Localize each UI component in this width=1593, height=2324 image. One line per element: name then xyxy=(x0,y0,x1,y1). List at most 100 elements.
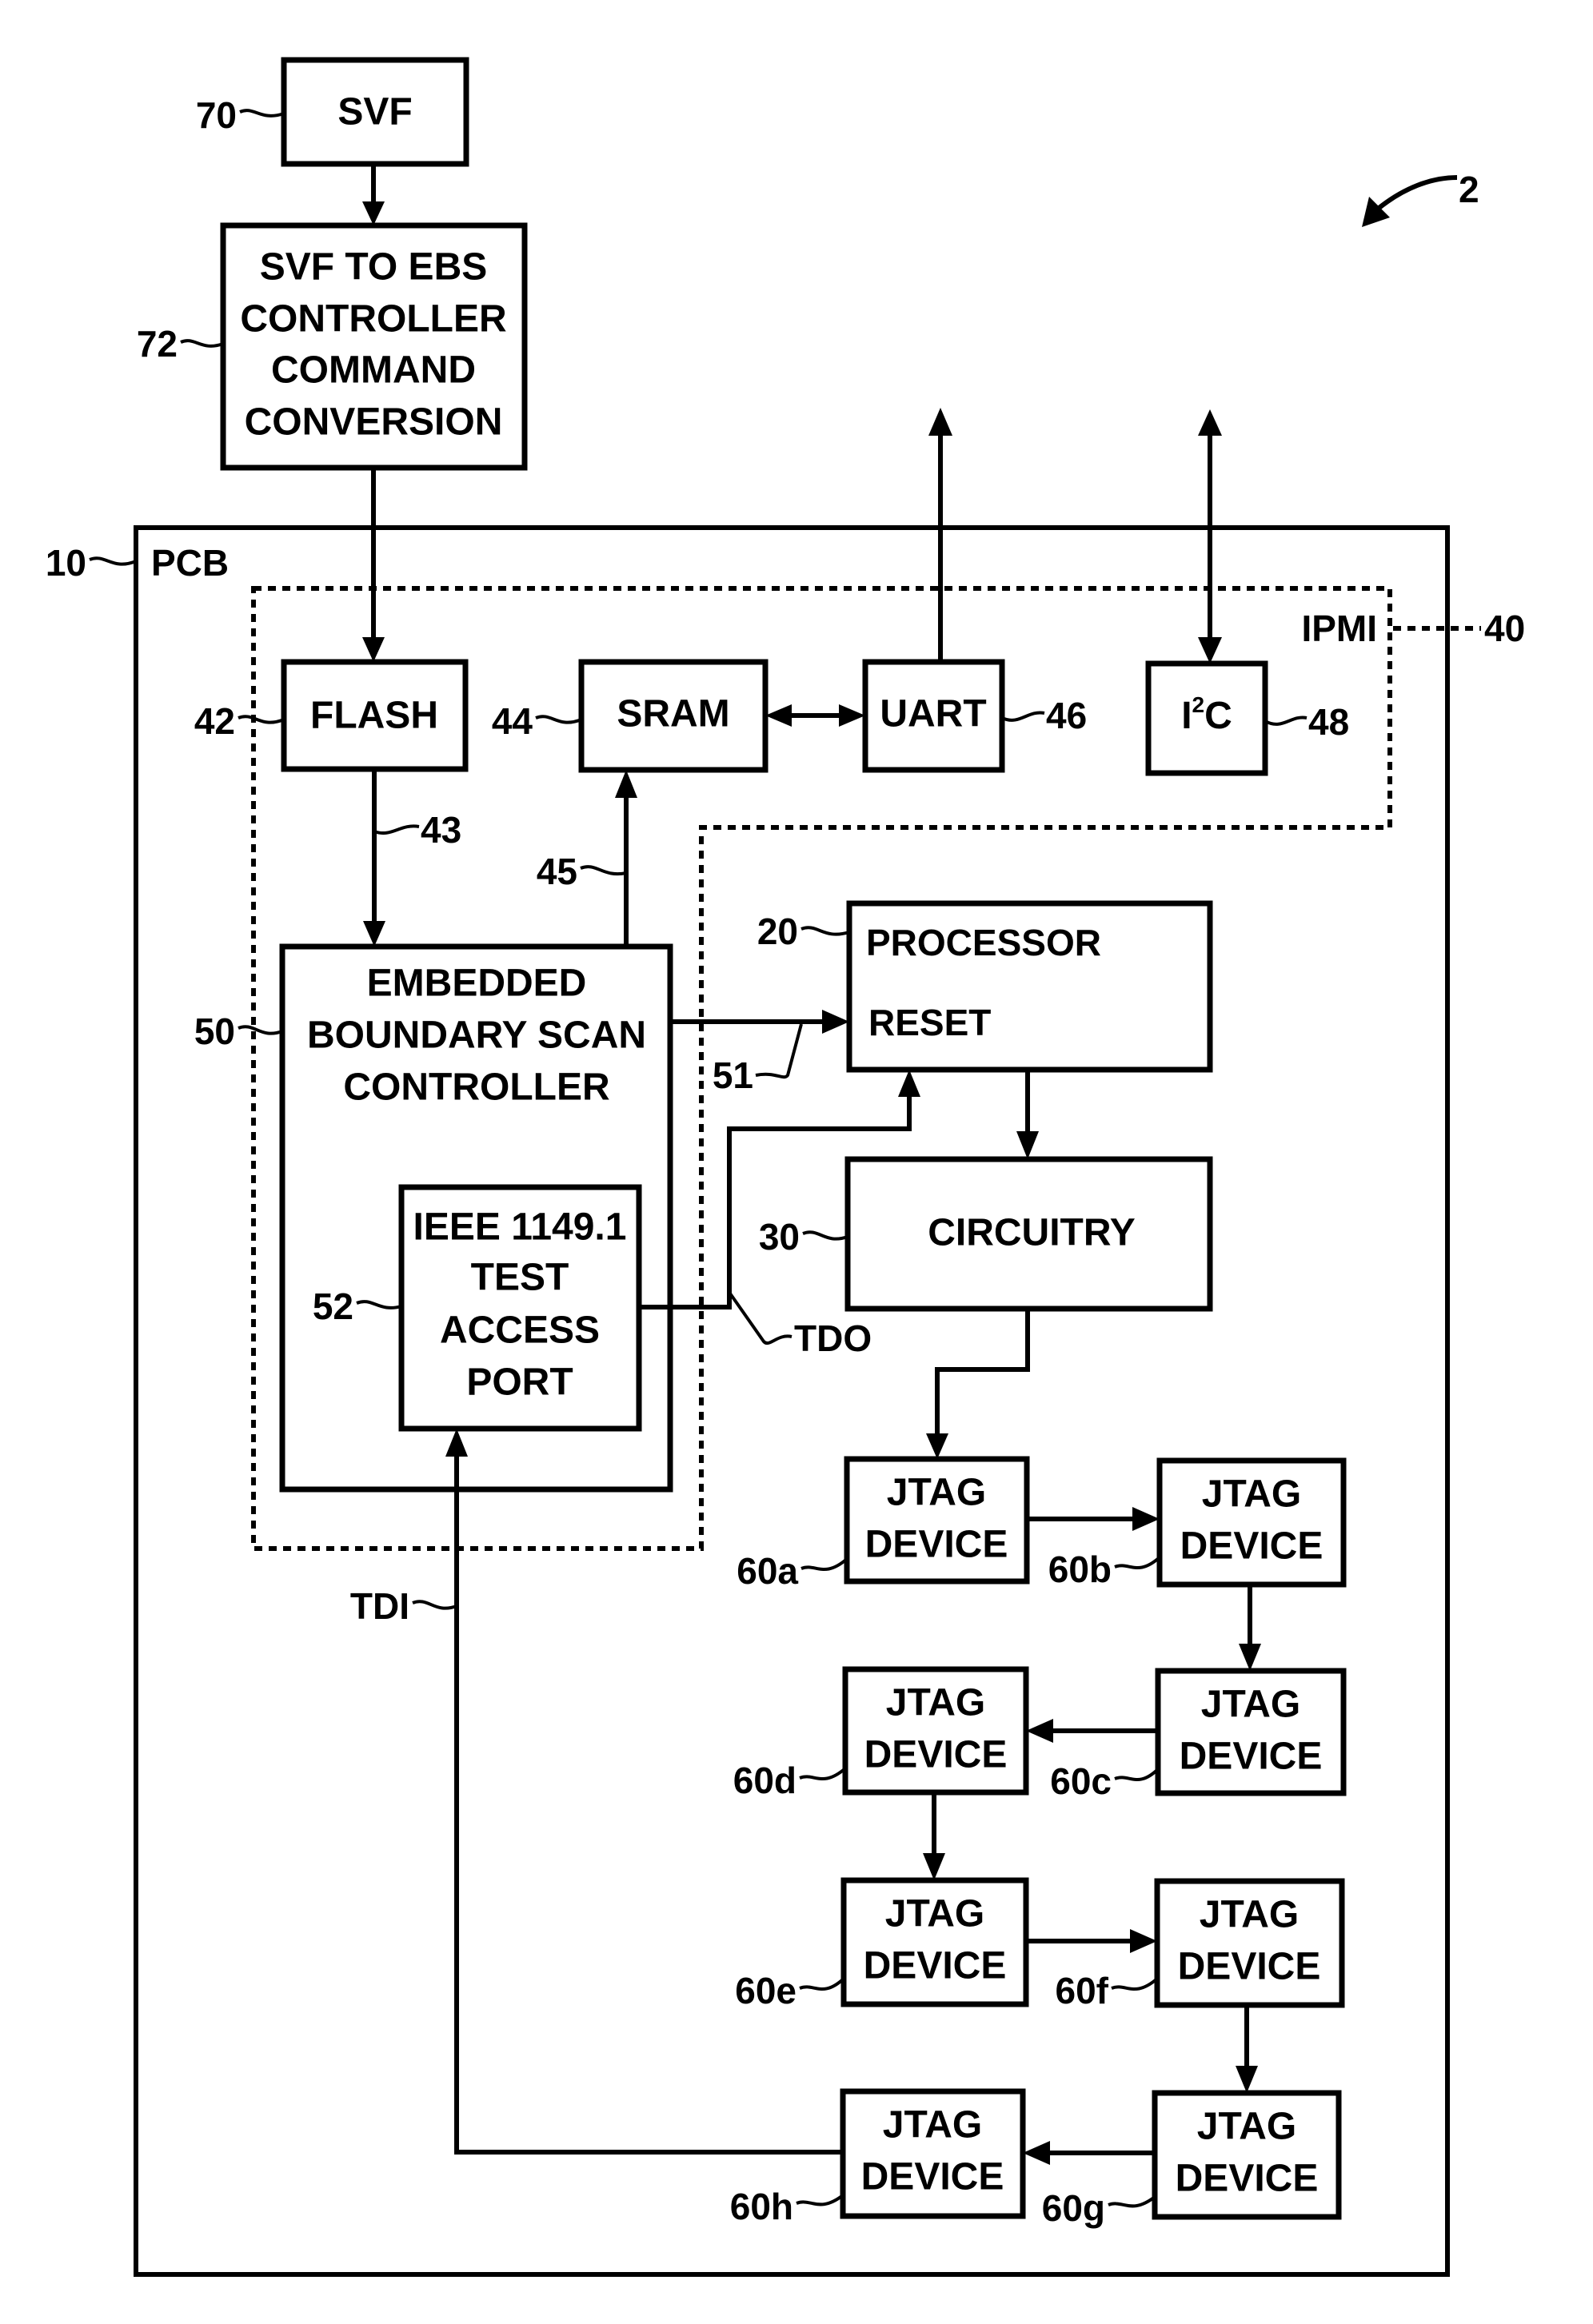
tdi-leader xyxy=(412,1600,457,1610)
reset-line-ref-leader xyxy=(755,1023,803,1079)
jtag-device-60b: JTAG DEVICE 60b xyxy=(1048,1457,1347,1590)
i2c-label: I2C xyxy=(1181,692,1232,737)
jtag-device-ref-leader xyxy=(1114,1556,1161,1569)
figure-ref-label: 2 xyxy=(1459,169,1479,210)
uart-ref-leader xyxy=(1001,711,1045,722)
arrowhead-up-icon xyxy=(928,408,952,436)
svf-ref: 70 xyxy=(196,94,237,136)
pcb-ref: 10 xyxy=(46,542,86,584)
circuitry-ref: 30 xyxy=(759,1216,800,1258)
processor-label: PROCESSOR xyxy=(866,922,1101,963)
jtag-device-ref-leader xyxy=(799,1767,847,1780)
jtag-device-60d: JTAG DEVICE 60d xyxy=(733,1666,1029,1801)
conversion-line-1: SVF TO EBS xyxy=(260,246,488,289)
i2c-block: I2C 48 xyxy=(1145,660,1349,776)
jtag-device-ref: 60d xyxy=(733,1760,796,1801)
circuitry-ref-leader xyxy=(802,1230,848,1241)
arrowhead-down-icon xyxy=(1239,1644,1261,1671)
ebs-line-1: EMBEDDED xyxy=(367,963,587,1005)
figure-reference: 2 xyxy=(1362,169,1479,227)
ebs-ref: 50 xyxy=(194,1011,235,1052)
jtag-device-ref: 60h xyxy=(730,2186,793,2227)
i2c-ref: 48 xyxy=(1308,701,1349,743)
conversion-block: SVF TO EBS CONTROLLER COMMAND CONVERSION… xyxy=(137,222,528,471)
circuitry-to-jtag-line xyxy=(935,1309,1030,1435)
jtag-device-line-1: JTAG xyxy=(1197,2106,1296,2148)
arrowhead-left-icon xyxy=(1026,1719,1053,1743)
i2c-label-main: I xyxy=(1181,695,1192,737)
arrowhead-up-icon xyxy=(1198,409,1222,436)
arrowhead-right-icon xyxy=(1130,1929,1157,1953)
i2c-label-tail: C xyxy=(1204,695,1232,737)
conversion-line-3: COMMAND xyxy=(271,349,476,392)
svf-label: SVF xyxy=(337,91,412,134)
jtag-device-line-1: JTAG xyxy=(885,1893,984,1935)
uart-ref: 46 xyxy=(1046,695,1087,736)
tap-line-1: IEEE 1149.1 xyxy=(413,1206,627,1249)
arrowhead-down-icon xyxy=(1016,1131,1039,1159)
arrowhead-right-icon xyxy=(1132,1507,1160,1531)
jtag-device-line-1: JTAG xyxy=(1202,1473,1301,1516)
jtag-device-line-2: DEVICE xyxy=(1176,2158,1319,2200)
jtag-device-ref-leader xyxy=(1111,1977,1159,1991)
arrowhead-down-icon xyxy=(926,1433,948,1459)
tdo-leader xyxy=(729,1292,793,1345)
ipmi-label: IPMI xyxy=(1301,608,1377,649)
jtag-device-ref: 60e xyxy=(735,1970,796,2011)
jtag-device-line-1: JTAG xyxy=(886,1682,985,1724)
processor-ref: 20 xyxy=(757,911,798,952)
pcb-label: PCB xyxy=(151,542,229,584)
svf-ref-leader xyxy=(239,109,285,118)
flash-label: FLASH xyxy=(310,695,438,737)
boundary-scan-block-diagram: 2 SVF 70 SVF TO EBS CONTROLLER COMMAND C… xyxy=(46,57,1525,2277)
processor-reset-label: RESET xyxy=(868,1002,991,1043)
ebs-to-sram-ref-leader xyxy=(580,865,627,876)
jtag-device-line-1: JTAG xyxy=(887,1472,986,1514)
conversion-ref: 72 xyxy=(137,323,178,365)
jtag-device-ref: 60f xyxy=(1056,1970,1109,2011)
i2c-label-sup: 2 xyxy=(1192,692,1205,717)
ebs-line-2: BOUNDARY SCAN xyxy=(307,1015,646,1057)
sram-ref: 44 xyxy=(492,700,533,742)
jtag-device-60a: JTAG DEVICE 60a xyxy=(737,1456,1030,1592)
sram-ref-leader xyxy=(535,715,582,724)
processor-block: PROCESSOR RESET 20 xyxy=(757,900,1213,1073)
jtag-device-line-2: DEVICE xyxy=(864,1945,1007,1987)
ebs-line-3: CONTROLLER xyxy=(343,1066,609,1109)
sram-block: SRAM 44 xyxy=(492,659,769,773)
jtag-device-line-2: DEVICE xyxy=(864,1734,1008,1776)
tap-line-3: ACCESS xyxy=(440,1309,600,1352)
i2c-ref-leader xyxy=(1264,716,1308,726)
figure-ref-leader xyxy=(1375,175,1458,212)
jtag-device-60g: JTAG DEVICE 60g xyxy=(1042,2090,1342,2229)
ebs-ref-leader xyxy=(238,1025,283,1035)
arrowhead-down-icon xyxy=(923,1853,945,1880)
processor-ref-leader xyxy=(800,926,850,936)
jtag-device-line-2: DEVICE xyxy=(861,2156,1004,2198)
arrowhead-left-icon xyxy=(1023,2141,1050,2165)
uart-block: UART 46 xyxy=(862,659,1087,773)
flash-ref: 42 xyxy=(194,700,235,742)
arrowhead-down-icon xyxy=(362,201,385,225)
jtag-device-ref-leader xyxy=(799,1977,845,1991)
arrowhead-up-icon xyxy=(615,770,637,798)
tap-line-4: PORT xyxy=(466,1361,573,1404)
conversion-line-2: CONTROLLER xyxy=(240,298,506,341)
arrowhead-left-icon xyxy=(765,704,792,727)
jtag-device-ref: 60g xyxy=(1042,2187,1105,2229)
sram-label: SRAM xyxy=(617,693,729,735)
jtag-device-line-2: DEVICE xyxy=(865,1524,1008,1566)
arrowhead-down-icon xyxy=(363,921,385,947)
flash-to-ebs-ref: 43 xyxy=(421,809,461,851)
circuitry-label: CIRCUITRY xyxy=(928,1212,1136,1254)
circuitry-block: CIRCUITRY 30 xyxy=(759,1156,1213,1312)
jtag-device-line-2: DEVICE xyxy=(1180,1525,1324,1568)
conversion-line-4: CONVERSION xyxy=(245,401,503,444)
jtag-device-ref-leader xyxy=(1114,1768,1160,1781)
conversion-ref-leader xyxy=(180,339,224,348)
svf-block: SVF 70 xyxy=(196,57,469,167)
jtag-device-60c: JTAG DEVICE 60c xyxy=(1050,1668,1347,1802)
flash-ref-leader xyxy=(238,715,285,724)
jtag-device-line-2: DEVICE xyxy=(1180,1736,1323,1778)
tap-line-2: TEST xyxy=(471,1257,569,1299)
